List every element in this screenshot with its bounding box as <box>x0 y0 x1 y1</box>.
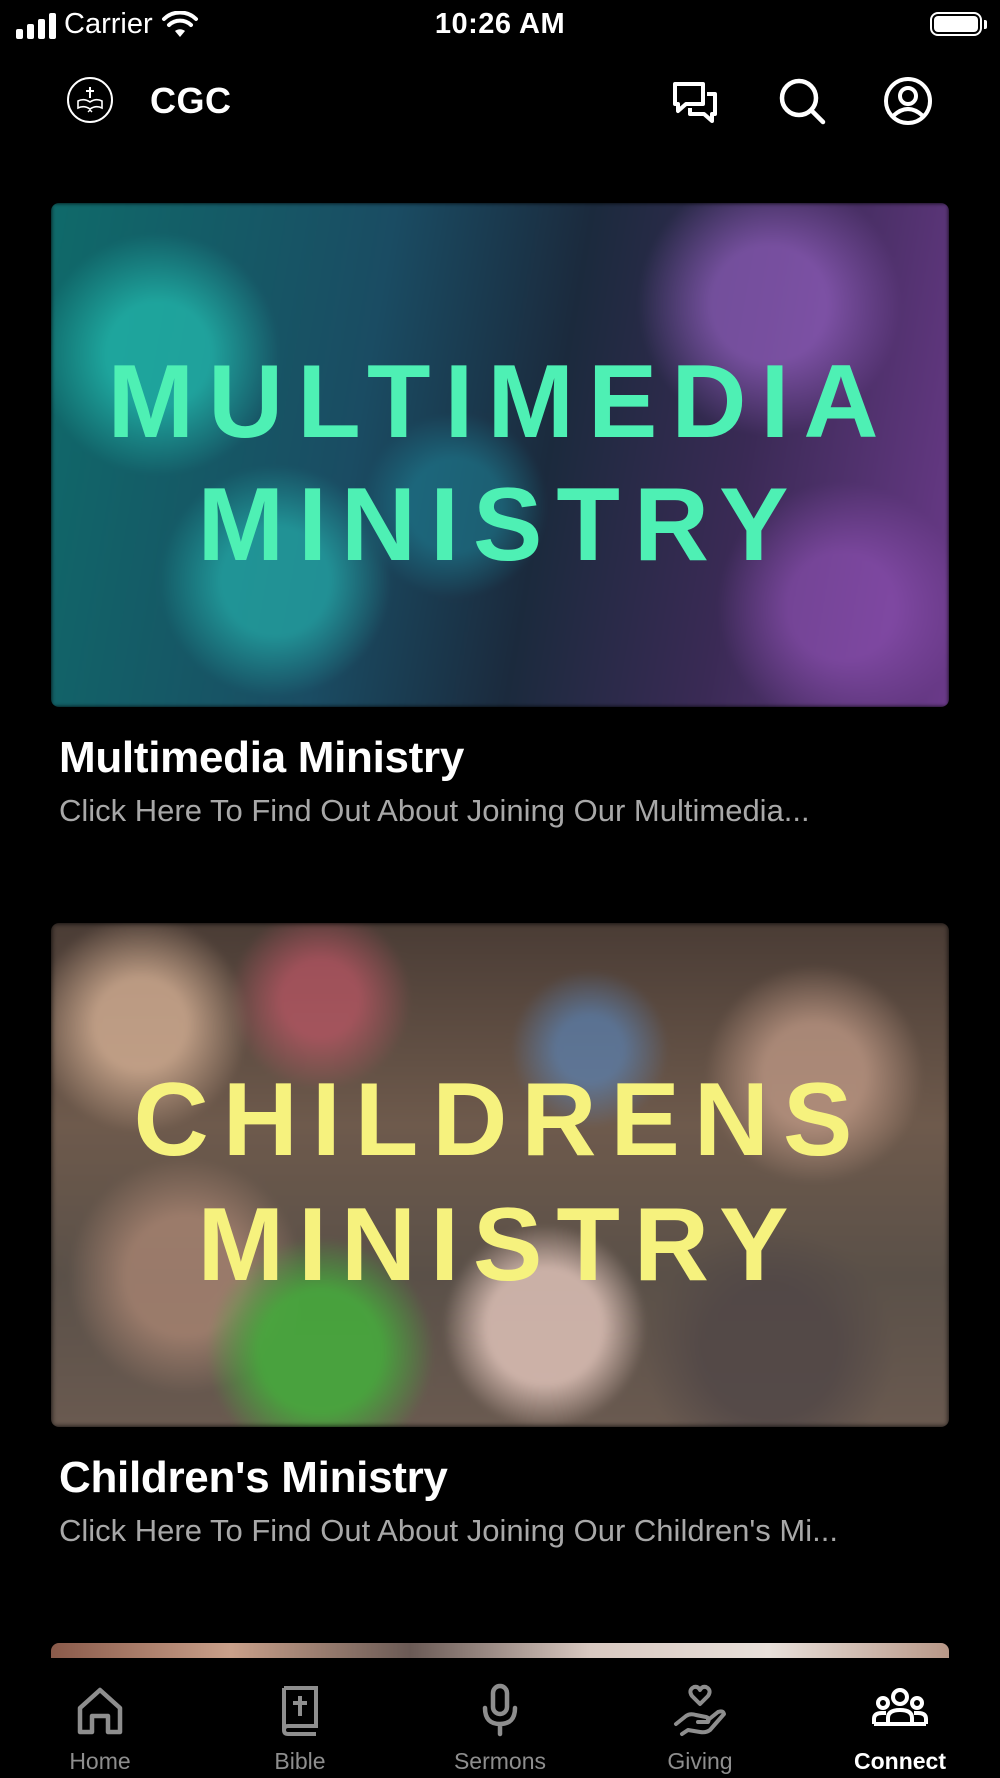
church-logo[interactable] <box>67 77 113 123</box>
image-text-line1: CHILDRENS <box>133 1062 867 1178</box>
card-image-multimedia[interactable]: MULTIMEDIA MINISTRY <box>51 203 949 707</box>
card-title: Multimedia Ministry <box>59 733 465 782</box>
tab-giving[interactable]: Giving <box>600 1658 800 1778</box>
bible-icon <box>281 1686 318 1736</box>
app-header: CGC <box>0 60 1000 140</box>
tab-label: Giving <box>667 1748 733 1774</box>
home-icon <box>77 1687 123 1735</box>
tab-sermons[interactable]: Sermons <box>400 1658 600 1778</box>
bottom-tab-bar: Home Bible Sermons Giving Connect <box>0 1658 1000 1778</box>
tab-bible[interactable]: Bible <box>200 1658 400 1778</box>
status-time: 10:26 AM <box>434 8 566 40</box>
chat-icon[interactable] <box>670 76 720 126</box>
people-icon <box>872 1688 928 1726</box>
card-subtitle: Click Here To Find Out About Joining Our… <box>59 1513 838 1548</box>
card-title: Children's Ministry <box>59 1453 448 1502</box>
image-text-line2: MINISTRY <box>197 467 803 583</box>
profile-icon[interactable] <box>883 76 933 126</box>
tab-connect[interactable]: Connect <box>800 1658 1000 1778</box>
microphone-icon <box>482 1683 518 1737</box>
tab-label: Bible <box>274 1748 326 1774</box>
image-text-line1: MULTIMEDIA <box>107 344 893 460</box>
ministry-card-multimedia[interactable]: MULTIMEDIA MINISTRY Multimedia Ministry … <box>51 203 949 829</box>
image-text-line2: MINISTRY <box>197 1187 803 1303</box>
card-image-childrens[interactable]: CHILDRENS MINISTRY <box>51 923 949 1427</box>
tab-label: Connect <box>854 1748 946 1774</box>
giving-hand-icon <box>674 1684 726 1736</box>
tab-label: Home <box>69 1748 131 1774</box>
tab-home[interactable]: Home <box>0 1658 200 1778</box>
battery-icon <box>930 12 987 36</box>
app-title: CGC <box>150 80 232 121</box>
tab-label: Sermons <box>453 1748 547 1774</box>
cross-book-icon <box>77 87 103 113</box>
card-subtitle: Click Here To Find Out About Joining Our… <box>59 793 810 828</box>
search-icon[interactable] <box>777 76 827 126</box>
ministry-card-childrens[interactable]: CHILDRENS MINISTRY Children's Ministry C… <box>51 923 949 1549</box>
status-bar: Carrier 10:26 AM <box>0 0 1000 50</box>
